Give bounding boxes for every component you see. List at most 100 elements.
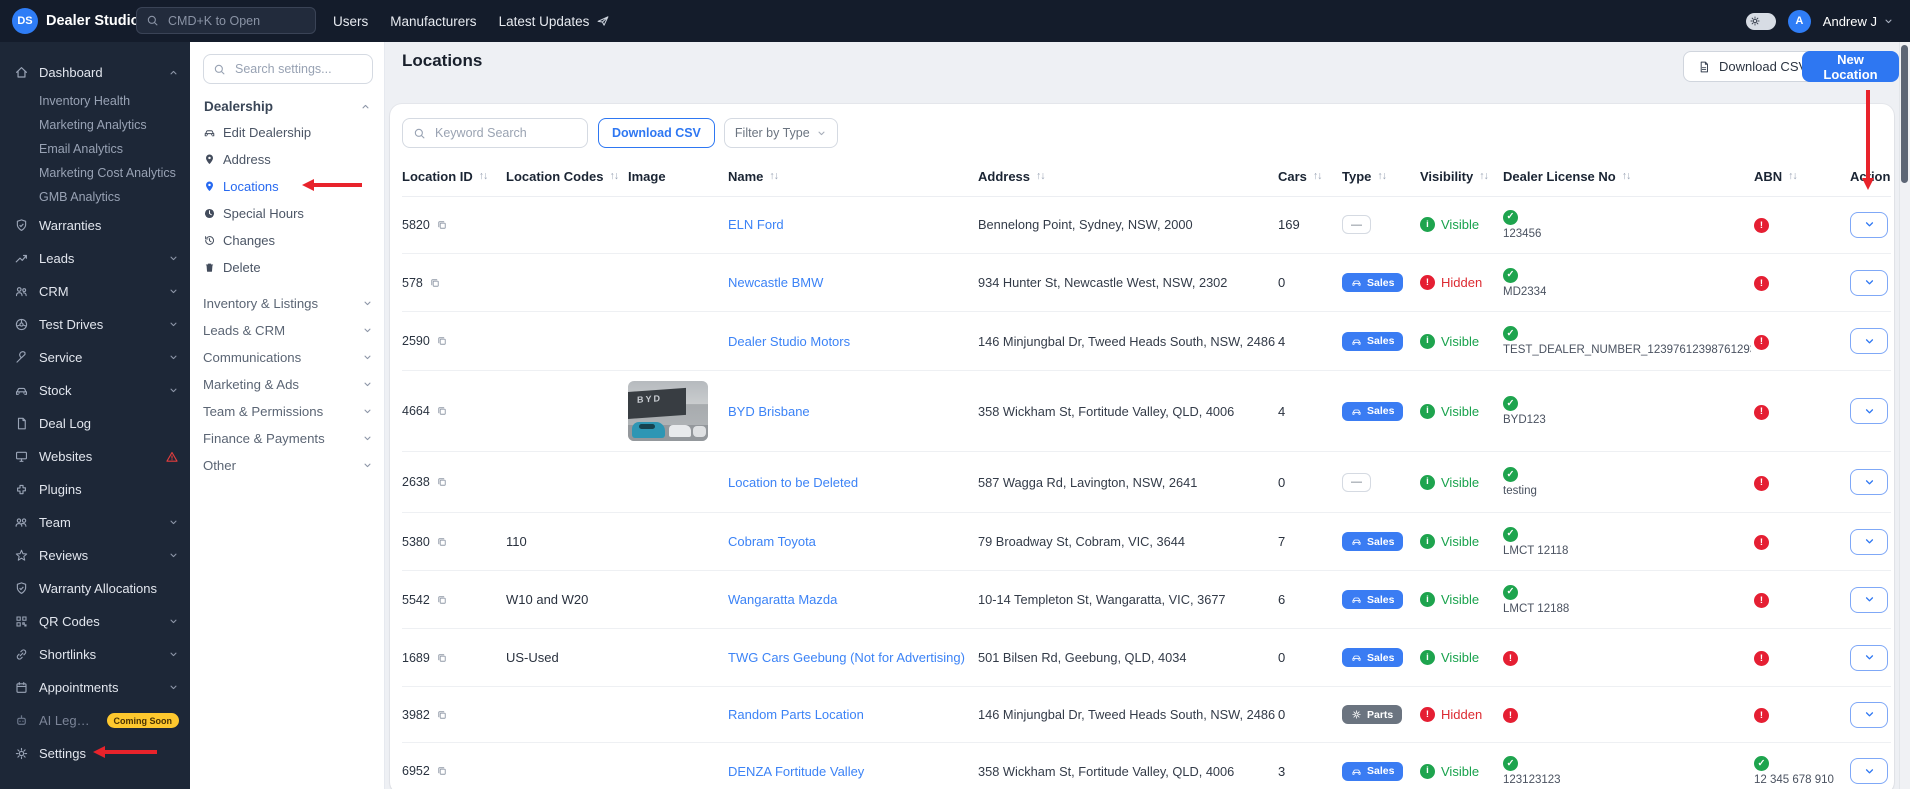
toolbar-download-csv-button[interactable]: Download CSV <box>598 118 715 148</box>
sidebar-item-reviews[interactable]: Reviews <box>0 539 190 572</box>
nav-link-manufacturers[interactable]: Manufacturers <box>390 14 476 29</box>
settings-section-marketing-ads[interactable]: Marketing & Ads <box>203 371 373 398</box>
sidebar-item-dashboard[interactable]: Dashboard <box>0 56 190 89</box>
sidebar-subitem-marketing-analytics[interactable]: Marketing Analytics <box>0 113 190 137</box>
page-scrollbar-thumb[interactable] <box>1901 45 1908 183</box>
settings-section-dealership[interactable]: Dealership <box>204 99 371 114</box>
sidebar-item-stock[interactable]: Stock <box>0 374 190 407</box>
global-search[interactable] <box>136 7 316 34</box>
location-name-link[interactable]: DENZA Fortitude Valley <box>728 764 864 779</box>
row-action-button[interactable] <box>1850 758 1888 784</box>
column-header-cars[interactable]: Cars↑↓ <box>1278 169 1342 184</box>
location-name-link[interactable]: Cobram Toyota <box>728 534 816 549</box>
keyword-search-input[interactable] <box>433 125 577 141</box>
sidebar-item-test-drives[interactable]: Test Drives <box>0 308 190 341</box>
sidebar-item-leads[interactable]: Leads <box>0 242 190 275</box>
settings-search[interactable] <box>203 54 373 84</box>
sort-arrows-icon[interactable]: ↑↓ <box>1479 170 1488 182</box>
sidebar-subitem-gmb-analytics[interactable]: GMB Analytics <box>0 185 190 209</box>
address-cell: Bennelong Point, Sydney, NSW, 2000 <box>978 217 1278 232</box>
settings-item-special-hours[interactable]: Special Hours <box>203 200 373 227</box>
location-id-cell: 5380 <box>402 535 506 549</box>
settings-item-edit-dealership[interactable]: Edit Dealership <box>203 119 373 146</box>
column-header-address[interactable]: Address↑↓ <box>978 169 1278 184</box>
avatar[interactable]: A <box>1788 10 1811 33</box>
visibility-status: iVisible <box>1420 592 1503 607</box>
settings-section-leads-crm[interactable]: Leads & CRM <box>203 317 373 344</box>
sidebar-item-crm[interactable]: CRM <box>0 275 190 308</box>
user-menu[interactable]: Andrew J <box>1823 14 1894 29</box>
column-header-location-id[interactable]: Location ID↑↓ <box>402 169 506 184</box>
settings-search-input[interactable] <box>233 61 363 77</box>
nav-link-users[interactable]: Users <box>333 14 368 29</box>
sidebar-item-deal-log[interactable]: Deal Log <box>0 407 190 440</box>
chevron-down-icon <box>168 517 179 528</box>
settings-section-other[interactable]: Other <box>203 452 373 479</box>
row-action-button[interactable] <box>1850 702 1888 728</box>
sidebar-item-service[interactable]: Service <box>0 341 190 374</box>
sort-arrows-icon[interactable]: ↑↓ <box>479 170 488 182</box>
sort-arrows-icon[interactable]: ↑↓ <box>1036 170 1045 182</box>
row-action-button[interactable] <box>1850 587 1888 613</box>
sidebar-subitem-email-analytics[interactable]: Email Analytics <box>0 137 190 161</box>
column-header-dealer-license-no[interactable]: Dealer License No↑↓ <box>1503 169 1754 184</box>
settings-section-inventory-listings[interactable]: Inventory & Listings <box>203 290 373 317</box>
column-header-visibility[interactable]: Visibility↑↓ <box>1420 169 1503 184</box>
settings-item-delete[interactable]: Delete <box>203 254 373 281</box>
sidebar-item-qr-codes[interactable]: QR Codes <box>0 605 190 638</box>
row-action-button[interactable] <box>1850 645 1888 671</box>
copy-icon <box>436 405 448 417</box>
location-name-link[interactable]: ELN Ford <box>728 217 784 232</box>
sidebar-item-plugins[interactable]: Plugins <box>0 473 190 506</box>
sort-arrows-icon[interactable]: ↑↓ <box>1377 170 1386 182</box>
theme-toggle[interactable] <box>1746 13 1776 30</box>
location-name-link[interactable]: Dealer Studio Motors <box>728 334 850 349</box>
sort-arrows-icon[interactable]: ↑↓ <box>610 170 619 182</box>
nav-link-latest-updates[interactable]: Latest Updates <box>499 14 611 29</box>
column-header-type[interactable]: Type↑↓ <box>1342 169 1420 184</box>
dealer-studio-logo[interactable]: DS <box>12 8 38 34</box>
row-action-button[interactable] <box>1850 398 1888 424</box>
sort-arrows-icon[interactable]: ↑↓ <box>1788 170 1797 182</box>
new-location-button[interactable]: New Location <box>1802 51 1899 82</box>
sidebar-subitem-inventory-health[interactable]: Inventory Health <box>0 89 190 113</box>
warning-triangle-icon <box>165 450 179 464</box>
settings-section-team-permissions[interactable]: Team & Permissions <box>203 398 373 425</box>
location-name-link[interactable]: Newcastle BMW <box>728 275 823 290</box>
sidebar-item-ai-legends[interactable]: AI LegendsComing Soon <box>0 704 190 737</box>
sidebar-item-warranties[interactable]: Warranties <box>0 209 190 242</box>
chevron-down-icon <box>362 352 373 363</box>
global-search-input[interactable] <box>166 13 306 29</box>
row-action-button[interactable] <box>1850 469 1888 495</box>
sidebar-item-team[interactable]: Team <box>0 506 190 539</box>
sidebar-item-appointments[interactable]: Appointments <box>0 671 190 704</box>
pin-icon <box>203 180 216 193</box>
row-action-button[interactable] <box>1850 212 1888 238</box>
download-csv-button[interactable]: Download CSV <box>1683 51 1821 82</box>
sort-arrows-icon[interactable]: ↑↓ <box>1313 170 1322 182</box>
location-name-link[interactable]: BYD Brisbane <box>728 404 810 419</box>
sidebar-subitem-marketing-cost-analytics[interactable]: Marketing Cost Analytics <box>0 161 190 185</box>
column-header-abn[interactable]: ABN↑↓ <box>1754 169 1850 184</box>
trend-icon <box>14 251 29 266</box>
sort-arrows-icon[interactable]: ↑↓ <box>1622 170 1631 182</box>
row-action-button[interactable] <box>1850 270 1888 296</box>
column-header-location-codes[interactable]: Location Codes↑↓ <box>506 169 628 184</box>
column-header-name[interactable]: Name↑↓ <box>728 169 978 184</box>
sort-arrows-icon[interactable]: ↑↓ <box>769 170 778 182</box>
settings-item-changes[interactable]: Changes <box>203 227 373 254</box>
location-name-link[interactable]: Random Parts Location <box>728 707 864 722</box>
keyword-search[interactable] <box>402 118 588 148</box>
row-action-button[interactable] <box>1850 529 1888 555</box>
location-name-link[interactable]: TWG Cars Geebung (Not for Advertising) <box>728 650 965 665</box>
sidebar-item-websites[interactable]: Websites <box>0 440 190 473</box>
settings-section-communications[interactable]: Communications <box>203 344 373 371</box>
location-name-link[interactable]: Location to be Deleted <box>728 475 858 490</box>
sidebar-item-shortlinks[interactable]: Shortlinks <box>0 638 190 671</box>
filter-by-type-select[interactable]: Filter by Type <box>724 118 838 148</box>
location-name-link[interactable]: Wangaratta Mazda <box>728 592 837 607</box>
settings-item-address[interactable]: Address <box>203 146 373 173</box>
row-action-button[interactable] <box>1850 328 1888 354</box>
sidebar-item-warranty-allocations[interactable]: Warranty Allocations <box>0 572 190 605</box>
settings-section-finance-payments[interactable]: Finance & Payments <box>203 425 373 452</box>
